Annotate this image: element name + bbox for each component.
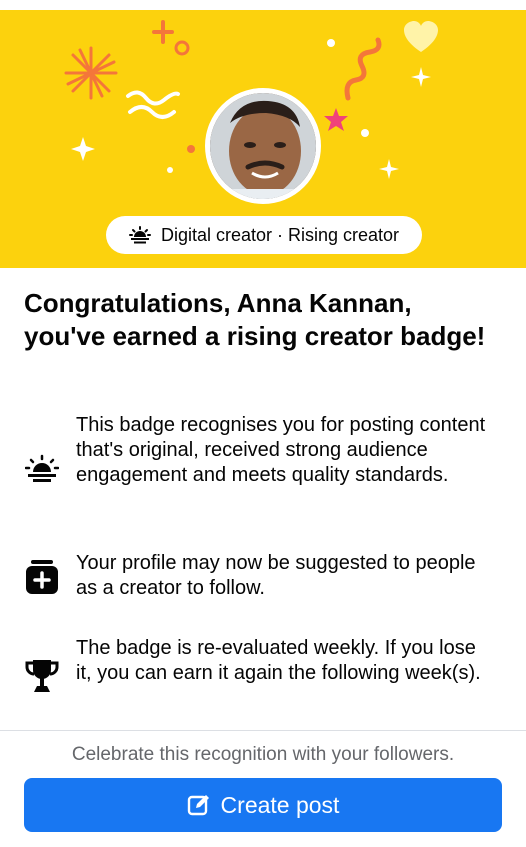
- dot-icon: [327, 39, 335, 47]
- edit-icon: [187, 795, 209, 816]
- burst-icon: [64, 46, 118, 100]
- divider: [0, 730, 526, 731]
- plus-sparkle-icon: [152, 20, 174, 44]
- squiggle-icon: [126, 90, 180, 119]
- profile-avatar-frame: [205, 88, 321, 204]
- benefit-text: Your profile may now be suggested to peo…: [76, 552, 476, 599]
- create-post-button[interactable]: Create post: [24, 778, 502, 832]
- coil-icon: [344, 37, 382, 101]
- profile-avatar: [210, 93, 316, 199]
- sunrise-icon: [24, 451, 60, 487]
- heart-icon: [404, 21, 438, 52]
- benefit-text: The badge is re-evaluated weekly. If you…: [76, 637, 481, 684]
- sparkle-icon: [379, 159, 399, 179]
- dot-icon: [167, 167, 173, 173]
- badge-pill-label: Digital creator · Rising creator: [160, 224, 400, 245]
- star-icon: [71, 137, 95, 161]
- dot-icon: [361, 129, 369, 137]
- sunrise-icon: [128, 226, 151, 244]
- benefit-text: This badge recognises you for posting co…: [76, 414, 486, 486]
- celebration-banner: Digital creator · Rising creator: [0, 10, 526, 268]
- ring-icon: [174, 40, 190, 56]
- creator-badge-pill: Digital creator · Rising creator: [106, 216, 422, 254]
- dot-icon: [187, 145, 195, 153]
- create-post-label: Create post: [220, 791, 340, 818]
- top-strip: [0, 0, 526, 10]
- sparkle-icon: [411, 67, 431, 87]
- add-follow-icon: [24, 559, 60, 595]
- celebrate-prompt: Celebrate this recognition with your fol…: [71, 744, 455, 765]
- avatar-portrait: [210, 93, 316, 199]
- congratulations-heading: Congratulations, Anna Kannan, you've ear…: [24, 288, 486, 351]
- benefit-item: Your profile may now be suggested to peo…: [24, 551, 504, 605]
- benefit-item: The badge is re-evaluated weekly. If you…: [24, 636, 504, 716]
- star-icon: [324, 108, 348, 131]
- benefit-item: This badge recognises you for posting co…: [24, 413, 504, 523]
- trophy-icon: [24, 658, 60, 694]
